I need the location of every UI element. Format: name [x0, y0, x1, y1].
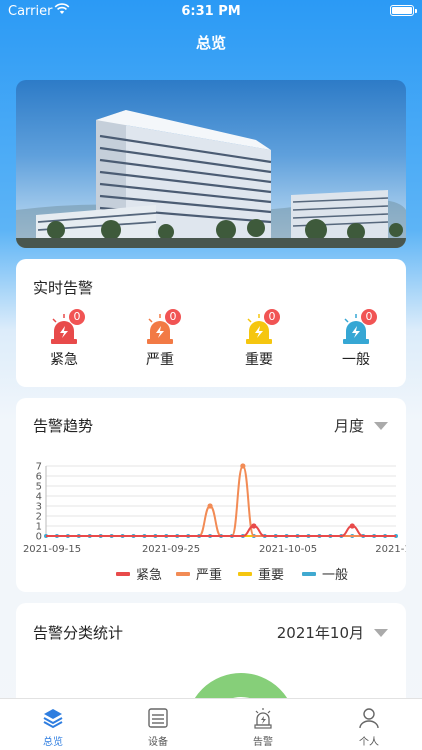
- page-title: 总览: [195, 34, 226, 52]
- data-point: [207, 503, 213, 509]
- alarm-label: 一般: [342, 352, 370, 368]
- y-tick-label: 5: [36, 482, 42, 493]
- battery-icon: [390, 5, 417, 16]
- x-tick-label: 2021-09-25: [142, 544, 200, 555]
- alarm-item-severe[interactable]: 0 严重: [130, 309, 190, 369]
- legend-label: 紧急: [136, 568, 162, 583]
- realtime-alarm-card: 实时告警 0 紧急 0 严重 0 重要 0 一般: [16, 259, 406, 387]
- siren-red-icon: 0: [47, 309, 85, 345]
- layers-icon: [42, 707, 64, 729]
- alarm-count-badge: 0: [165, 309, 181, 325]
- tab-overview[interactable]: 总览: [18, 707, 88, 748]
- legend-label: 严重: [196, 567, 222, 583]
- alarm-trend-card: 告警趋势 月度 0 1 2 3 4 5 6 7 2021-09-15 2021-09-25 2021…: [16, 398, 421, 592]
- siren-blue-icon: 0: [339, 309, 377, 345]
- building-banner-image: [16, 80, 406, 248]
- alarm-item-urgent[interactable]: 0 紧急: [34, 309, 94, 369]
- tab-label: 设备: [148, 737, 168, 748]
- y-tick-label: 6: [36, 472, 42, 483]
- y-tick-label: 7: [36, 462, 42, 473]
- tab-devices[interactable]: 设备: [123, 707, 193, 748]
- chevron-down-icon: [374, 421, 388, 430]
- classification-month-value: 2021年10月: [276, 624, 364, 642]
- alarm-item-important[interactable]: 0 重要: [229, 309, 289, 369]
- status-bar: Carrier 6:31 PM: [0, 0, 422, 24]
- alarm-item-general[interactable]: 0 一般: [326, 309, 386, 369]
- tab-label: 告警: [253, 737, 273, 748]
- alarm-icon: [252, 707, 274, 729]
- siren-yellow-icon: 0: [242, 309, 280, 345]
- bottom-tab-bar: 总览 设备 告警 个人: [0, 698, 422, 750]
- tab-label: 总览: [43, 737, 63, 748]
- legend-swatch: [116, 572, 130, 576]
- x-tick-label: 2021-09-15: [23, 544, 81, 555]
- person-icon: [358, 707, 380, 729]
- alarm-trend-chart: 0 1 2 3 4 5 6 7 2021-09-15 2021-09-25 2021-10-05 20…: [16, 456, 421, 586]
- tab-profile[interactable]: 个人: [334, 707, 404, 748]
- chevron-down-icon: [374, 628, 388, 637]
- y-tick-label: 2: [36, 512, 42, 523]
- y-tick-label: 1: [36, 522, 42, 533]
- legend-swatch: [302, 572, 316, 576]
- alarm-classification-title: 告警分类统计: [33, 624, 124, 642]
- classification-month-dropdown[interactable]: 2021年10月: [277, 622, 388, 643]
- alarm-trend-title: 告警趋势: [33, 417, 94, 435]
- realtime-alarm-title: 实时告警: [33, 279, 94, 297]
- alarm-label: 重要: [245, 352, 273, 368]
- tab-alarms[interactable]: 告警: [228, 707, 298, 748]
- legend-label: 一般: [322, 567, 348, 583]
- alarm-label: 紧急: [50, 352, 78, 368]
- x-tick-label: 2021-10-: [375, 544, 406, 555]
- alarm-count-badge: 0: [264, 309, 280, 325]
- data-point: [240, 463, 246, 469]
- y-tick-label: 0: [36, 532, 42, 543]
- data-point: [251, 523, 257, 529]
- alarm-label: 严重: [146, 352, 174, 368]
- siren-orange-icon: 0: [143, 309, 181, 345]
- alarm-count-badge: 0: [361, 309, 377, 325]
- legend-swatch: [176, 572, 190, 576]
- legend-label: 重要: [258, 567, 284, 583]
- device-list-icon: [147, 707, 169, 729]
- data-point: [349, 523, 355, 529]
- legend-swatch: [238, 572, 252, 576]
- x-tick-label: 2021-10-05: [259, 544, 317, 555]
- alarm-count-badge: 0: [69, 309, 85, 325]
- clock: 6:31 PM: [181, 4, 241, 19]
- trend-period-dropdown[interactable]: 月度: [334, 415, 388, 436]
- y-tick-label: 4: [36, 492, 42, 503]
- trend-period-value: 月度: [333, 417, 364, 435]
- y-tick-label: 3: [36, 502, 42, 513]
- tab-label: 个人: [359, 737, 379, 748]
